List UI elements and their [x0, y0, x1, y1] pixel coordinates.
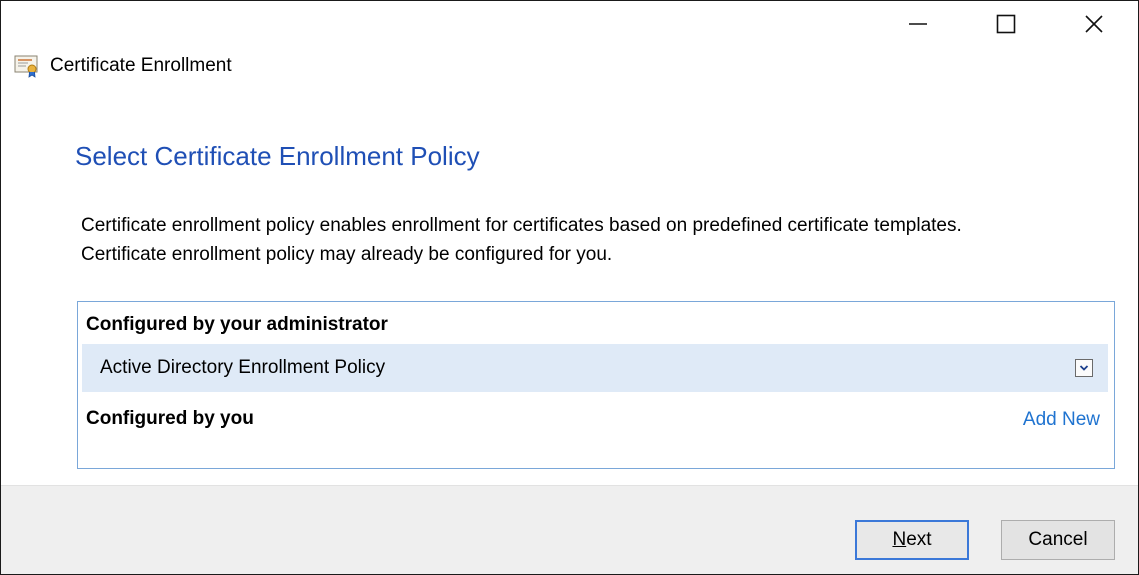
footer-bar: Next Cancel — [1, 485, 1138, 574]
certificate-icon — [14, 55, 38, 78]
page-title: Select Certificate Enrollment Policy — [75, 141, 480, 171]
next-button[interactable]: Next — [855, 520, 969, 560]
certificate-enrollment-window: Certificate Enrollment Select Certificat… — [0, 0, 1139, 575]
description-line-2: Certificate enrollment policy may alread… — [81, 244, 613, 265]
maximize-button[interactable] — [962, 1, 1050, 47]
description-line-1: Certificate enrollment policy enables en… — [81, 215, 962, 236]
user-section-label: Configured by you — [86, 408, 254, 429]
policy-name: Active Directory Enrollment Policy — [100, 357, 386, 378]
close-button[interactable] — [1050, 1, 1138, 47]
window-title: Certificate Enrollment — [50, 55, 232, 76]
add-new-link[interactable]: Add New — [1023, 409, 1100, 431]
page-description: Certificate enrollment policy enables en… — [81, 211, 1121, 269]
admin-section-label: Configured by your administrator — [86, 314, 388, 335]
minimize-icon — [909, 23, 927, 25]
policy-item-active-directory[interactable]: Active Directory Enrollment Policy — [82, 344, 1108, 392]
title-bar: Certificate Enrollment — [14, 52, 232, 80]
next-label-rest: ext — [906, 529, 932, 550]
cancel-button[interactable]: Cancel — [1001, 520, 1115, 560]
maximize-icon — [996, 14, 1016, 34]
expand-details-button[interactable] — [1075, 359, 1093, 377]
close-icon — [1085, 15, 1103, 33]
minimize-button[interactable] — [874, 1, 962, 47]
enrollment-policy-list: Configured by your administrator Active … — [77, 301, 1115, 469]
next-mnemonic: N — [892, 529, 907, 550]
caption-buttons — [874, 1, 1138, 47]
chevron-down-icon — [1079, 365, 1089, 371]
